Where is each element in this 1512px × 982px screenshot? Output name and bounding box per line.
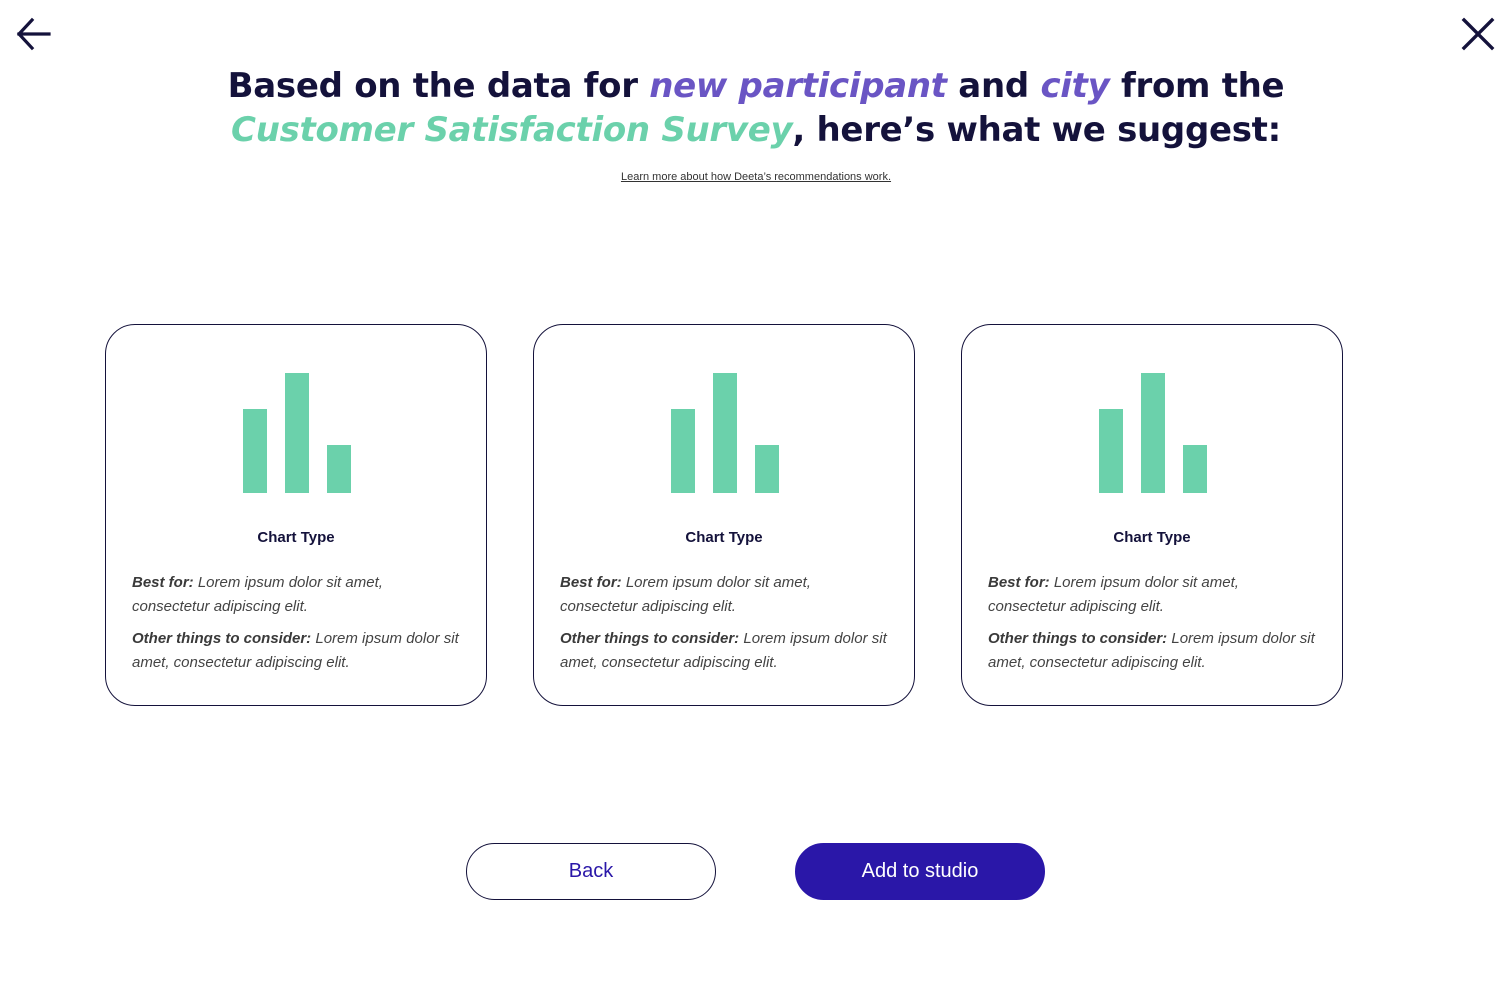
other-considerations-text: Other things to consider: Lorem ipsum do… <box>988 627 1318 675</box>
back-button[interactable]: Back <box>466 843 716 900</box>
bar-chart-icon <box>1099 373 1207 493</box>
other-considerations-label: Other things to consider: <box>560 630 740 647</box>
bar-chart-icon-bar <box>285 373 309 493</box>
card-title: Chart Type <box>1113 529 1191 546</box>
title-field-highlight: new participant <box>649 66 947 106</box>
chart-suggestion-card[interactable]: Chart Type Best for: Lorem ipsum dolor s… <box>961 324 1343 706</box>
title-field-highlight: city <box>1040 66 1110 106</box>
bar-chart-icon <box>671 373 779 493</box>
bar-chart-icon-bar <box>671 409 695 493</box>
best-for-label: Best for: <box>560 574 622 591</box>
other-considerations-label: Other things to consider: <box>132 630 312 647</box>
best-for-label: Best for: <box>132 574 194 591</box>
bar-chart-icon-bar <box>755 445 779 493</box>
title-text: from the <box>1109 66 1285 106</box>
bar-chart-icon-bar <box>1141 373 1165 493</box>
arrow-left-icon[interactable] <box>14 14 54 54</box>
other-considerations-text: Other things to consider: Lorem ipsum do… <box>560 627 890 675</box>
bar-chart-icon <box>243 373 351 493</box>
best-for-label: Best for: <box>988 574 1050 591</box>
bar-chart-icon-bar <box>327 445 351 493</box>
best-for-text: Best for: Lorem ipsum dolor sit amet, co… <box>560 571 890 619</box>
chart-suggestion-card[interactable]: Chart Type Best for: Lorem ipsum dolor s… <box>533 324 915 706</box>
bar-chart-icon-bar <box>1099 409 1123 493</box>
learn-more-link[interactable]: Learn more about how Deeta’s recommendat… <box>621 171 891 183</box>
card-title: Chart Type <box>257 529 335 546</box>
close-icon[interactable] <box>1458 14 1498 54</box>
bar-chart-icon-bar <box>713 373 737 493</box>
add-to-studio-button[interactable]: Add to studio <box>795 843 1045 900</box>
card-title: Chart Type <box>685 529 763 546</box>
bar-chart-icon-bar <box>243 409 267 493</box>
title-survey-highlight: Customer Satisfaction Survey <box>231 110 793 150</box>
page-title: Based on the data for new participant an… <box>0 64 1512 152</box>
bar-chart-icon-bar <box>1183 445 1207 493</box>
other-considerations-text: Other things to consider: Lorem ipsum do… <box>132 627 462 675</box>
chart-suggestion-card[interactable]: Chart Type Best for: Lorem ipsum dolor s… <box>105 324 487 706</box>
best-for-text: Best for: Lorem ipsum dolor sit amet, co… <box>132 571 462 619</box>
best-for-text: Best for: Lorem ipsum dolor sit amet, co… <box>988 571 1318 619</box>
learn-more-container: Learn more about how Deeta’s recommendat… <box>0 171 1512 183</box>
other-considerations-label: Other things to consider: <box>988 630 1168 647</box>
title-text: Based on the data for <box>227 66 650 106</box>
title-text: , here’s what we suggest: <box>792 110 1281 150</box>
title-text: and <box>946 66 1041 106</box>
suggestion-page: Based on the data for new participant an… <box>0 0 1512 982</box>
